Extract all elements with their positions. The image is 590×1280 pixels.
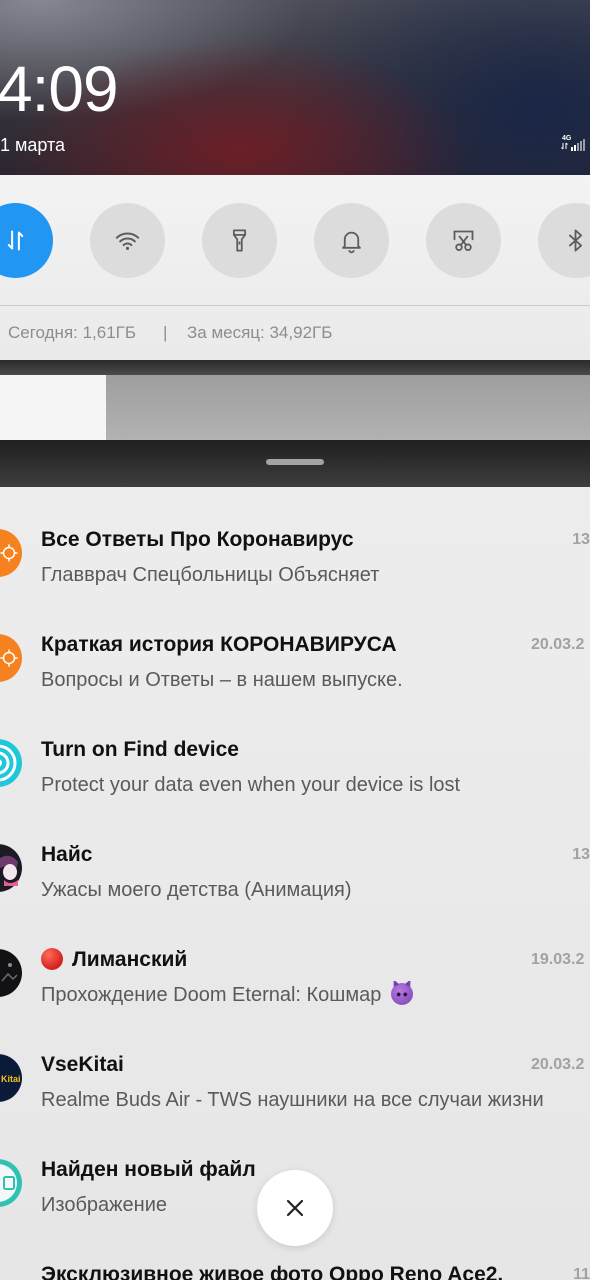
date[interactable]: 1 марта: [0, 134, 65, 156]
panel-divider: [0, 305, 590, 306]
notification-time: 13: [572, 846, 590, 863]
notification-text: Вопросы и Ответы – в нашем выпуске.: [41, 669, 403, 691]
data-usage-today: Сегодня: 1,61ГБ: [8, 323, 137, 342]
notification-title: Краткая история КОРОНАВИРУСА: [41, 633, 397, 656]
notification-title: Эксклюзивное живое фото Oppo Reno Ace2.: [41, 1263, 504, 1280]
notification-item[interactable]: Найс Ужасы моего детства (Анимация) 13: [0, 841, 590, 946]
notification-title: Turn on Find device: [41, 738, 239, 761]
notifications-toggle[interactable]: [314, 203, 389, 278]
network-type-label: 4G: [562, 135, 572, 142]
find-device-icon: [0, 739, 22, 787]
notification-title: Лиманский: [41, 946, 530, 974]
notification-text: Protect your data even when your device …: [41, 774, 461, 796]
clear-all-button[interactable]: [257, 1170, 333, 1246]
flashlight-icon: [232, 229, 247, 252]
notification-time: 13: [572, 531, 590, 548]
screenshot-icon: [453, 230, 474, 251]
notification-text: Главврач Спецбольницы Объясняет: [41, 564, 380, 586]
notification-time: 20.03.2: [531, 1056, 585, 1073]
channel-avatar-icon: [0, 844, 22, 892]
channel-avatar-icon: Kitai: [0, 1054, 22, 1102]
notification-item[interactable]: Лиманский Прохождение Doom Eternal: Кошм…: [0, 946, 590, 1051]
notification-item[interactable]: Краткая история КОРОНАВИРУСА Вопросы и О…: [0, 631, 590, 736]
channel-logo-text: Kitai: [1, 1074, 21, 1084]
notification-title: Найс: [41, 843, 93, 866]
brightness-slider-fill: [0, 375, 106, 440]
channel-avatar-icon: [0, 949, 22, 997]
orange-news-app-icon: [0, 529, 22, 577]
clock[interactable]: 4:09: [0, 57, 119, 121]
status-area: 4:09 1 марта 4G: [0, 0, 590, 175]
mobile-data-toggle[interactable]: [0, 203, 53, 278]
drag-handle[interactable]: [266, 459, 324, 465]
brightness-slider[interactable]: [0, 375, 590, 440]
notification-time: 20.03.2: [531, 636, 585, 653]
notification-title: Все Ответы Про Коронавирус: [41, 528, 354, 551]
signal-icon: 4G: [561, 135, 585, 151]
wifi-icon: [115, 232, 140, 250]
panel-shadow-strip: [0, 360, 590, 375]
notification-time: 19.03.2: [531, 951, 585, 968]
bell-icon: [342, 231, 361, 254]
notification-text: Ужасы моего детства (Анимация): [41, 879, 352, 901]
close-icon: [286, 1199, 304, 1217]
drag-band: [0, 440, 590, 487]
notification-text: Прохождение Doom Eternal: Кошмар: [41, 981, 590, 1009]
notification-text: Realme Buds Air - TWS наушники на все сл…: [41, 1089, 544, 1111]
notification-title-text: Лиманский: [72, 948, 188, 971]
notification-time: 11: [573, 1266, 590, 1280]
quick-settings-panel: Сегодня: 1,61ГБ | За месяц: 34,92ГБ: [0, 175, 590, 360]
notification-item[interactable]: Все Ответы Про Коронавирус Главврач Спец…: [0, 526, 590, 631]
notification-title: VseKitai: [41, 1053, 124, 1076]
notification-text-content: Прохождение Doom Eternal: Кошмар: [41, 984, 382, 1006]
bluetooth-toggle[interactable]: [538, 203, 590, 278]
notification-item[interactable]: Kitai VseKitai Realme Buds Air - TWS нау…: [0, 1051, 590, 1156]
data-usage-separator: |: [163, 323, 168, 342]
red-circle-emoji: [41, 948, 63, 970]
data-usage-month: За месяц: 34,92ГБ: [187, 323, 333, 342]
flashlight-toggle[interactable]: [202, 203, 277, 278]
screenshot-toggle[interactable]: [426, 203, 501, 278]
wifi-toggle[interactable]: [90, 203, 165, 278]
notification-item[interactable]: Turn on Find device Protect your data ev…: [0, 736, 590, 841]
bluetooth-icon: [568, 229, 583, 252]
file-manager-icon: [0, 1159, 22, 1207]
smiling-face-with-horns-emoji: [391, 983, 414, 1005]
mobile-data-icon: [7, 230, 24, 251]
orange-news-app-icon: [0, 634, 22, 682]
notification-item[interactable]: Эксклюзивное живое фото Oppo Reno Ace2. …: [0, 1261, 590, 1280]
